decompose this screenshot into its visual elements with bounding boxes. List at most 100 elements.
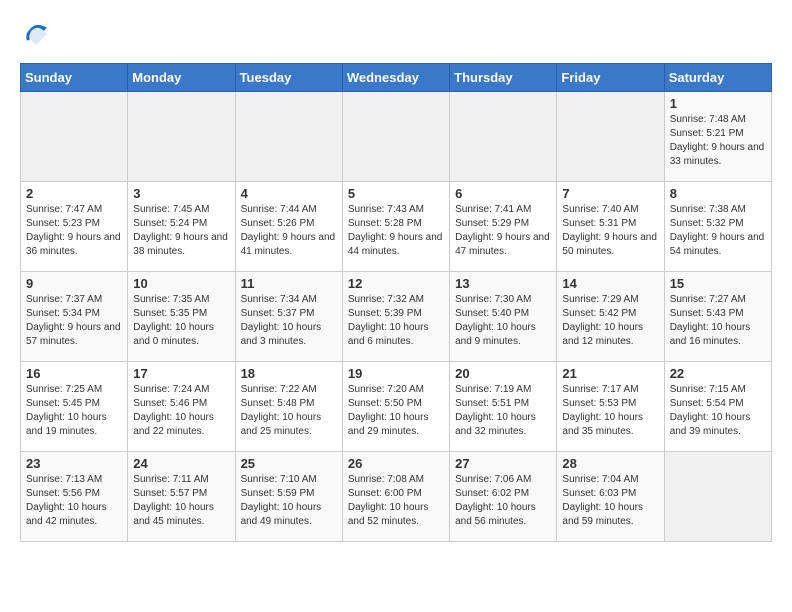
day-number: 18 — [241, 366, 337, 381]
day-number: 15 — [670, 276, 766, 291]
day-info: Sunrise: 7:08 AM Sunset: 6:00 PM Dayligh… — [348, 473, 444, 529]
calendar-cell: 3 Sunrise: 7:45 AM Sunset: 5:24 PM Daylig… — [128, 182, 235, 272]
day-info: Sunrise: 7:44 AM Sunset: 5:26 PM Dayligh… — [241, 203, 337, 259]
calendar-cell: 2 Sunrise: 7:47 AM Sunset: 5:23 PM Daylig… — [21, 182, 128, 272]
day-number: 21 — [562, 366, 658, 381]
calendar-cell: 18 Sunrise: 7:22 AM Sunset: 5:48 PM Dayli… — [235, 362, 342, 452]
calendar-cell — [235, 92, 342, 182]
day-number: 9 — [26, 276, 122, 291]
day-info: Sunrise: 7:22 AM Sunset: 5:48 PM Dayligh… — [241, 383, 337, 439]
calendar-week-0: 1 Sunrise: 7:48 AM Sunset: 5:21 PM Daylig… — [21, 92, 772, 182]
day-number: 13 — [455, 276, 551, 291]
day-number: 17 — [133, 366, 229, 381]
day-number: 14 — [562, 276, 658, 291]
calendar-cell: 24 Sunrise: 7:11 AM Sunset: 5:57 PM Dayli… — [128, 452, 235, 542]
calendar-week-4: 23 Sunrise: 7:13 AM Sunset: 5:56 PM Dayli… — [21, 452, 772, 542]
day-number: 3 — [133, 186, 229, 201]
calendar-cell — [664, 452, 771, 542]
day-number: 8 — [670, 186, 766, 201]
day-info: Sunrise: 7:15 AM Sunset: 5:54 PM Dayligh… — [670, 383, 766, 439]
day-info: Sunrise: 7:27 AM Sunset: 5:43 PM Dayligh… — [670, 293, 766, 349]
day-number: 5 — [348, 186, 444, 201]
day-info: Sunrise: 7:24 AM Sunset: 5:46 PM Dayligh… — [133, 383, 229, 439]
calendar-cell: 6 Sunrise: 7:41 AM Sunset: 5:29 PM Daylig… — [450, 182, 557, 272]
day-header-saturday: Saturday — [664, 64, 771, 92]
day-info: Sunrise: 7:17 AM Sunset: 5:53 PM Dayligh… — [562, 383, 658, 439]
day-number: 19 — [348, 366, 444, 381]
day-number: 23 — [26, 456, 122, 471]
calendar-cell: 21 Sunrise: 7:17 AM Sunset: 5:53 PM Dayli… — [557, 362, 664, 452]
day-info: Sunrise: 7:47 AM Sunset: 5:23 PM Dayligh… — [26, 203, 122, 259]
calendar-cell — [557, 92, 664, 182]
day-info: Sunrise: 7:45 AM Sunset: 5:24 PM Dayligh… — [133, 203, 229, 259]
day-info: Sunrise: 7:41 AM Sunset: 5:29 PM Dayligh… — [455, 203, 551, 259]
day-number: 22 — [670, 366, 766, 381]
day-number: 26 — [348, 456, 444, 471]
calendar-header: SundayMondayTuesdayWednesdayThursdayFrid… — [21, 64, 772, 92]
day-info: Sunrise: 7:20 AM Sunset: 5:50 PM Dayligh… — [348, 383, 444, 439]
day-number: 11 — [241, 276, 337, 291]
calendar-cell: 16 Sunrise: 7:25 AM Sunset: 5:45 PM Dayli… — [21, 362, 128, 452]
calendar-table: SundayMondayTuesdayWednesdayThursdayFrid… — [20, 63, 772, 542]
calendar-cell: 28 Sunrise: 7:04 AM Sunset: 6:03 PM Dayli… — [557, 452, 664, 542]
day-info: Sunrise: 7:19 AM Sunset: 5:51 PM Dayligh… — [455, 383, 551, 439]
day-number: 16 — [26, 366, 122, 381]
day-number: 25 — [241, 456, 337, 471]
day-number: 6 — [455, 186, 551, 201]
day-header-sunday: Sunday — [21, 64, 128, 92]
calendar-cell — [128, 92, 235, 182]
day-number: 20 — [455, 366, 551, 381]
day-info: Sunrise: 7:13 AM Sunset: 5:56 PM Dayligh… — [26, 473, 122, 529]
calendar-cell: 26 Sunrise: 7:08 AM Sunset: 6:00 PM Dayli… — [342, 452, 449, 542]
days-of-week-row: SundayMondayTuesdayWednesdayThursdayFrid… — [21, 64, 772, 92]
day-number: 4 — [241, 186, 337, 201]
day-header-tuesday: Tuesday — [235, 64, 342, 92]
calendar-cell — [450, 92, 557, 182]
calendar-cell: 5 Sunrise: 7:43 AM Sunset: 5:28 PM Daylig… — [342, 182, 449, 272]
day-info: Sunrise: 7:48 AM Sunset: 5:21 PM Dayligh… — [670, 113, 766, 169]
day-number: 12 — [348, 276, 444, 291]
calendar-cell: 15 Sunrise: 7:27 AM Sunset: 5:43 PM Dayli… — [664, 272, 771, 362]
day-info: Sunrise: 7:40 AM Sunset: 5:31 PM Dayligh… — [562, 203, 658, 259]
day-info: Sunrise: 7:34 AM Sunset: 5:37 PM Dayligh… — [241, 293, 337, 349]
day-info: Sunrise: 7:30 AM Sunset: 5:40 PM Dayligh… — [455, 293, 551, 349]
day-number: 10 — [133, 276, 229, 291]
calendar-cell: 9 Sunrise: 7:37 AM Sunset: 5:34 PM Daylig… — [21, 272, 128, 362]
day-number: 2 — [26, 186, 122, 201]
day-info: Sunrise: 7:37 AM Sunset: 5:34 PM Dayligh… — [26, 293, 122, 349]
day-info: Sunrise: 7:04 AM Sunset: 6:03 PM Dayligh… — [562, 473, 658, 529]
day-info: Sunrise: 7:38 AM Sunset: 5:32 PM Dayligh… — [670, 203, 766, 259]
calendar-cell: 1 Sunrise: 7:48 AM Sunset: 5:21 PM Daylig… — [664, 92, 771, 182]
page-header — [20, 20, 772, 53]
calendar-week-1: 2 Sunrise: 7:47 AM Sunset: 5:23 PM Daylig… — [21, 182, 772, 272]
day-number: 28 — [562, 456, 658, 471]
day-header-monday: Monday — [128, 64, 235, 92]
day-number: 7 — [562, 186, 658, 201]
calendar-cell: 10 Sunrise: 7:35 AM Sunset: 5:35 PM Dayli… — [128, 272, 235, 362]
day-info: Sunrise: 7:35 AM Sunset: 5:35 PM Dayligh… — [133, 293, 229, 349]
day-info: Sunrise: 7:06 AM Sunset: 6:02 PM Dayligh… — [455, 473, 551, 529]
day-info: Sunrise: 7:43 AM Sunset: 5:28 PM Dayligh… — [348, 203, 444, 259]
logo-icon — [22, 20, 50, 48]
calendar-week-3: 16 Sunrise: 7:25 AM Sunset: 5:45 PM Dayli… — [21, 362, 772, 452]
day-number: 1 — [670, 96, 766, 111]
day-number: 24 — [133, 456, 229, 471]
day-number: 27 — [455, 456, 551, 471]
calendar-cell: 14Sunrise: 7:29 AM Sunset: 5:42 PM Dayli… — [557, 272, 664, 362]
day-info: Sunrise: 7:11 AM Sunset: 5:57 PM Dayligh… — [133, 473, 229, 529]
calendar-body: 1 Sunrise: 7:48 AM Sunset: 5:21 PM Daylig… — [21, 92, 772, 542]
day-header-wednesday: Wednesday — [342, 64, 449, 92]
calendar-cell — [342, 92, 449, 182]
calendar-cell: 8 Sunrise: 7:38 AM Sunset: 5:32 PM Daylig… — [664, 182, 771, 272]
calendar-week-2: 9 Sunrise: 7:37 AM Sunset: 5:34 PM Daylig… — [21, 272, 772, 362]
calendar-cell: 22 Sunrise: 7:15 AM Sunset: 5:54 PM Dayli… — [664, 362, 771, 452]
calendar-cell: 11 Sunrise: 7:34 AM Sunset: 5:37 PM Dayli… — [235, 272, 342, 362]
day-info: Sunrise: 7:10 AM Sunset: 5:59 PM Dayligh… — [241, 473, 337, 529]
calendar-cell: 17 Sunrise: 7:24 AM Sunset: 5:46 PM Dayli… — [128, 362, 235, 452]
logo — [20, 20, 50, 53]
calendar-cell: 19 Sunrise: 7:20 AM Sunset: 5:50 PM Dayli… — [342, 362, 449, 452]
calendar-cell: 20 Sunrise: 7:19 AM Sunset: 5:51 PM Dayli… — [450, 362, 557, 452]
day-info: Sunrise: 7:25 AM Sunset: 5:45 PM Dayligh… — [26, 383, 122, 439]
calendar-cell: 27 Sunrise: 7:06 AM Sunset: 6:02 PM Dayli… — [450, 452, 557, 542]
calendar-cell — [21, 92, 128, 182]
